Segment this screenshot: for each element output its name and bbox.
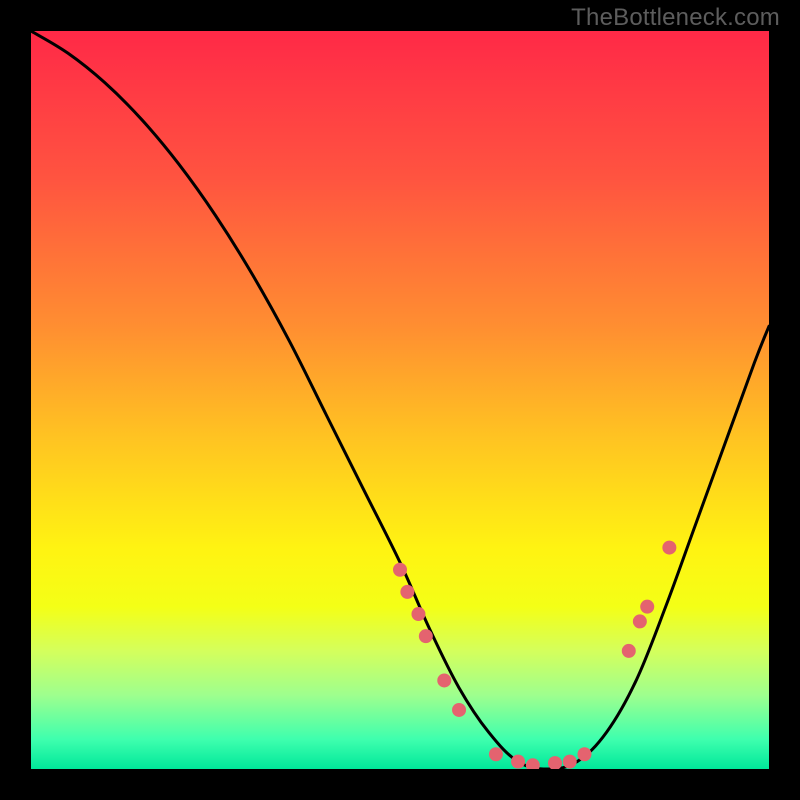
data-point [578, 747, 592, 761]
data-point [437, 673, 451, 687]
data-point [393, 563, 407, 577]
data-point [662, 541, 676, 555]
data-point [622, 644, 636, 658]
chart-svg [31, 31, 769, 769]
data-point [640, 600, 654, 614]
data-point [411, 607, 425, 621]
data-point [452, 703, 466, 717]
chart-plot-area [31, 31, 769, 769]
data-point [511, 755, 525, 769]
data-point [419, 629, 433, 643]
data-point [489, 747, 503, 761]
data-point [633, 614, 647, 628]
data-point [563, 755, 577, 769]
watermark-text: TheBottleneck.com [571, 4, 780, 32]
chart-background [31, 31, 769, 769]
chart-frame: TheBottleneck.com [0, 0, 800, 800]
data-point [400, 585, 414, 599]
